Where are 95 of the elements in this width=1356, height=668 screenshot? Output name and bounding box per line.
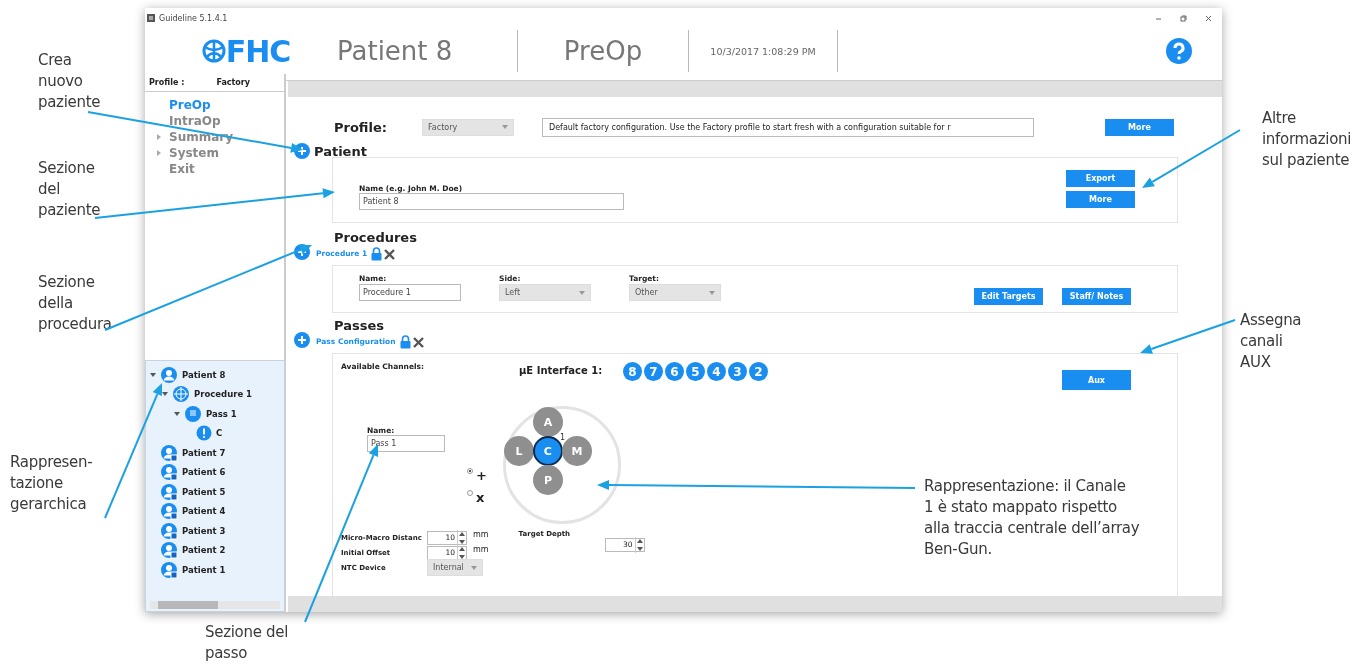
tree-item[interactable]: Procedure 1	[194, 389, 253, 400]
expand-arrow-icon[interactable]	[157, 150, 161, 156]
aux-button[interactable]: Aux	[1062, 370, 1131, 390]
channel-button[interactable]: 8	[623, 362, 642, 381]
profile-label: Profile:	[334, 119, 388, 135]
section-heading: Patient	[314, 143, 367, 159]
procedure-button[interactable]: Edit Targets	[974, 288, 1043, 305]
tree-item[interactable]: Patient 6	[182, 467, 226, 478]
profile-dropdown[interactable]: Factory	[422, 118, 514, 136]
tree-item[interactable]: Patient 5	[182, 486, 226, 497]
close-icon[interactable]	[384, 248, 396, 260]
dropdown-arrow-icon	[579, 290, 585, 295]
collapse-arrow-icon[interactable]	[162, 391, 168, 398]
config-label: x	[476, 489, 485, 505]
electrode-position[interactable]: P	[532, 465, 563, 495]
tree-item[interactable]: Patient 2	[182, 545, 226, 556]
exclamation-icon	[196, 425, 212, 442]
dropdown[interactable]: Internal	[427, 559, 483, 576]
callout-text: Sezione del paziente	[38, 158, 101, 221]
expand-arrow-icon[interactable]	[157, 134, 161, 140]
help-icon[interactable]	[1166, 38, 1192, 64]
close-icon[interactable]	[1205, 14, 1212, 22]
patient-title: Patient 8	[336, 36, 454, 66]
procedure-button[interactable]: Staff/ Notes	[1062, 288, 1131, 305]
section-heading: Passes	[334, 317, 384, 333]
callout-text: Altre informazioni sul paziente	[1262, 108, 1352, 171]
restore-icon[interactable]	[1180, 14, 1187, 22]
channel-button[interactable]: 2	[749, 362, 768, 381]
collapse-arrow-icon[interactable]	[150, 371, 156, 378]
electrode-position[interactable]: L	[503, 436, 534, 466]
tree-item[interactable]: Patient 7	[182, 447, 226, 458]
callout-text: Rappresen- tazione gerarchica	[10, 452, 93, 515]
channel-button[interactable]: 3	[728, 362, 747, 381]
date-time: 10/3/2017 1:08:29 PM	[709, 45, 817, 57]
add-icon[interactable]	[294, 332, 310, 348]
nav-item[interactable]: PreOp	[157, 97, 211, 113]
pass-icon	[184, 404, 202, 423]
lock-icon[interactable]	[371, 247, 383, 261]
dropdown[interactable]: Other	[629, 284, 721, 301]
app-icon	[147, 14, 155, 22]
unit-label: mm	[473, 530, 489, 540]
channel-button[interactable]: 7	[644, 362, 663, 381]
tree-item[interactable]: Patient 3	[182, 525, 226, 536]
locked-person-icon	[160, 521, 178, 540]
tree-item[interactable]: Patient 1	[182, 564, 226, 575]
locked-person-icon	[160, 443, 178, 462]
callout-text: Crea nuovo paziente	[38, 50, 101, 113]
input-field[interactable]: Pass 1	[367, 435, 445, 452]
window-title: Guideline 5.1.4.1	[159, 13, 228, 23]
tree-item[interactable]: Patient 8	[182, 369, 226, 380]
channel-button[interactable]: 6	[665, 362, 684, 381]
nav-item[interactable]: Exit	[157, 161, 195, 177]
config-label: +	[476, 467, 487, 483]
channel-button[interactable]: 5	[686, 362, 705, 381]
input-field[interactable]: Procedure 1	[359, 284, 461, 301]
dropdown-arrow-icon	[709, 290, 715, 295]
collapse-arrow-icon[interactable]	[174, 410, 180, 417]
tree-item[interactable]: Pass 1	[206, 408, 237, 419]
lock-icon[interactable]	[399, 335, 411, 349]
locked-person-icon	[160, 541, 178, 560]
locked-person-icon	[160, 502, 178, 521]
logo-text: FHC	[225, 33, 291, 69]
crosshair-icon	[172, 385, 190, 404]
input-field[interactable]: Patient 8	[359, 193, 624, 210]
locked-person-icon	[160, 463, 178, 482]
dropdown[interactable]: Left	[499, 284, 591, 301]
tree-item[interactable]: Patient 4	[182, 506, 226, 517]
unit-label: mm	[473, 545, 489, 555]
channel-button[interactable]: 4	[707, 362, 726, 381]
callout-text: Sezione della procedura	[38, 272, 112, 335]
callout-text: Assegna canali AUX	[1240, 310, 1302, 373]
scrollbar[interactable]	[150, 601, 280, 609]
nav-item[interactable]: IntraOp	[157, 113, 221, 129]
nav-item[interactable]: System	[157, 145, 219, 161]
locked-person-icon	[160, 482, 178, 501]
person-icon	[160, 365, 178, 384]
radio-button[interactable]	[467, 468, 473, 474]
description-field[interactable]: Default factory configuration. Use the Factory profile to start fresh with a configuration suitable for r	[542, 117, 1034, 137]
section-heading: Procedures	[334, 229, 417, 245]
callout-text: Sezione del passo	[205, 622, 289, 664]
phase-title: PreOp	[562, 36, 644, 66]
globe-icon	[201, 38, 226, 64]
tree-item[interactable]: C	[216, 428, 223, 439]
close-icon[interactable]	[412, 336, 424, 348]
more-button[interactable]: More	[1105, 118, 1174, 136]
scrollbar-thumb[interactable]	[158, 601, 218, 609]
profile-value: Factory	[216, 78, 250, 87]
callout-text: Rappresentazione: il Canale 1 è stato mappato rispetto alla traccia centrale dell’array Ben-Gun.	[924, 476, 1140, 560]
profile-label: Profile :	[149, 78, 185, 87]
patient-button[interactable]: More	[1066, 191, 1135, 208]
dropdown-arrow-icon	[471, 565, 477, 570]
locked-person-icon	[160, 560, 178, 579]
interface-label: µE Interface 1:	[519, 364, 604, 376]
dropdown-arrow-icon	[502, 125, 508, 129]
patient-button[interactable]: Export	[1066, 170, 1135, 187]
